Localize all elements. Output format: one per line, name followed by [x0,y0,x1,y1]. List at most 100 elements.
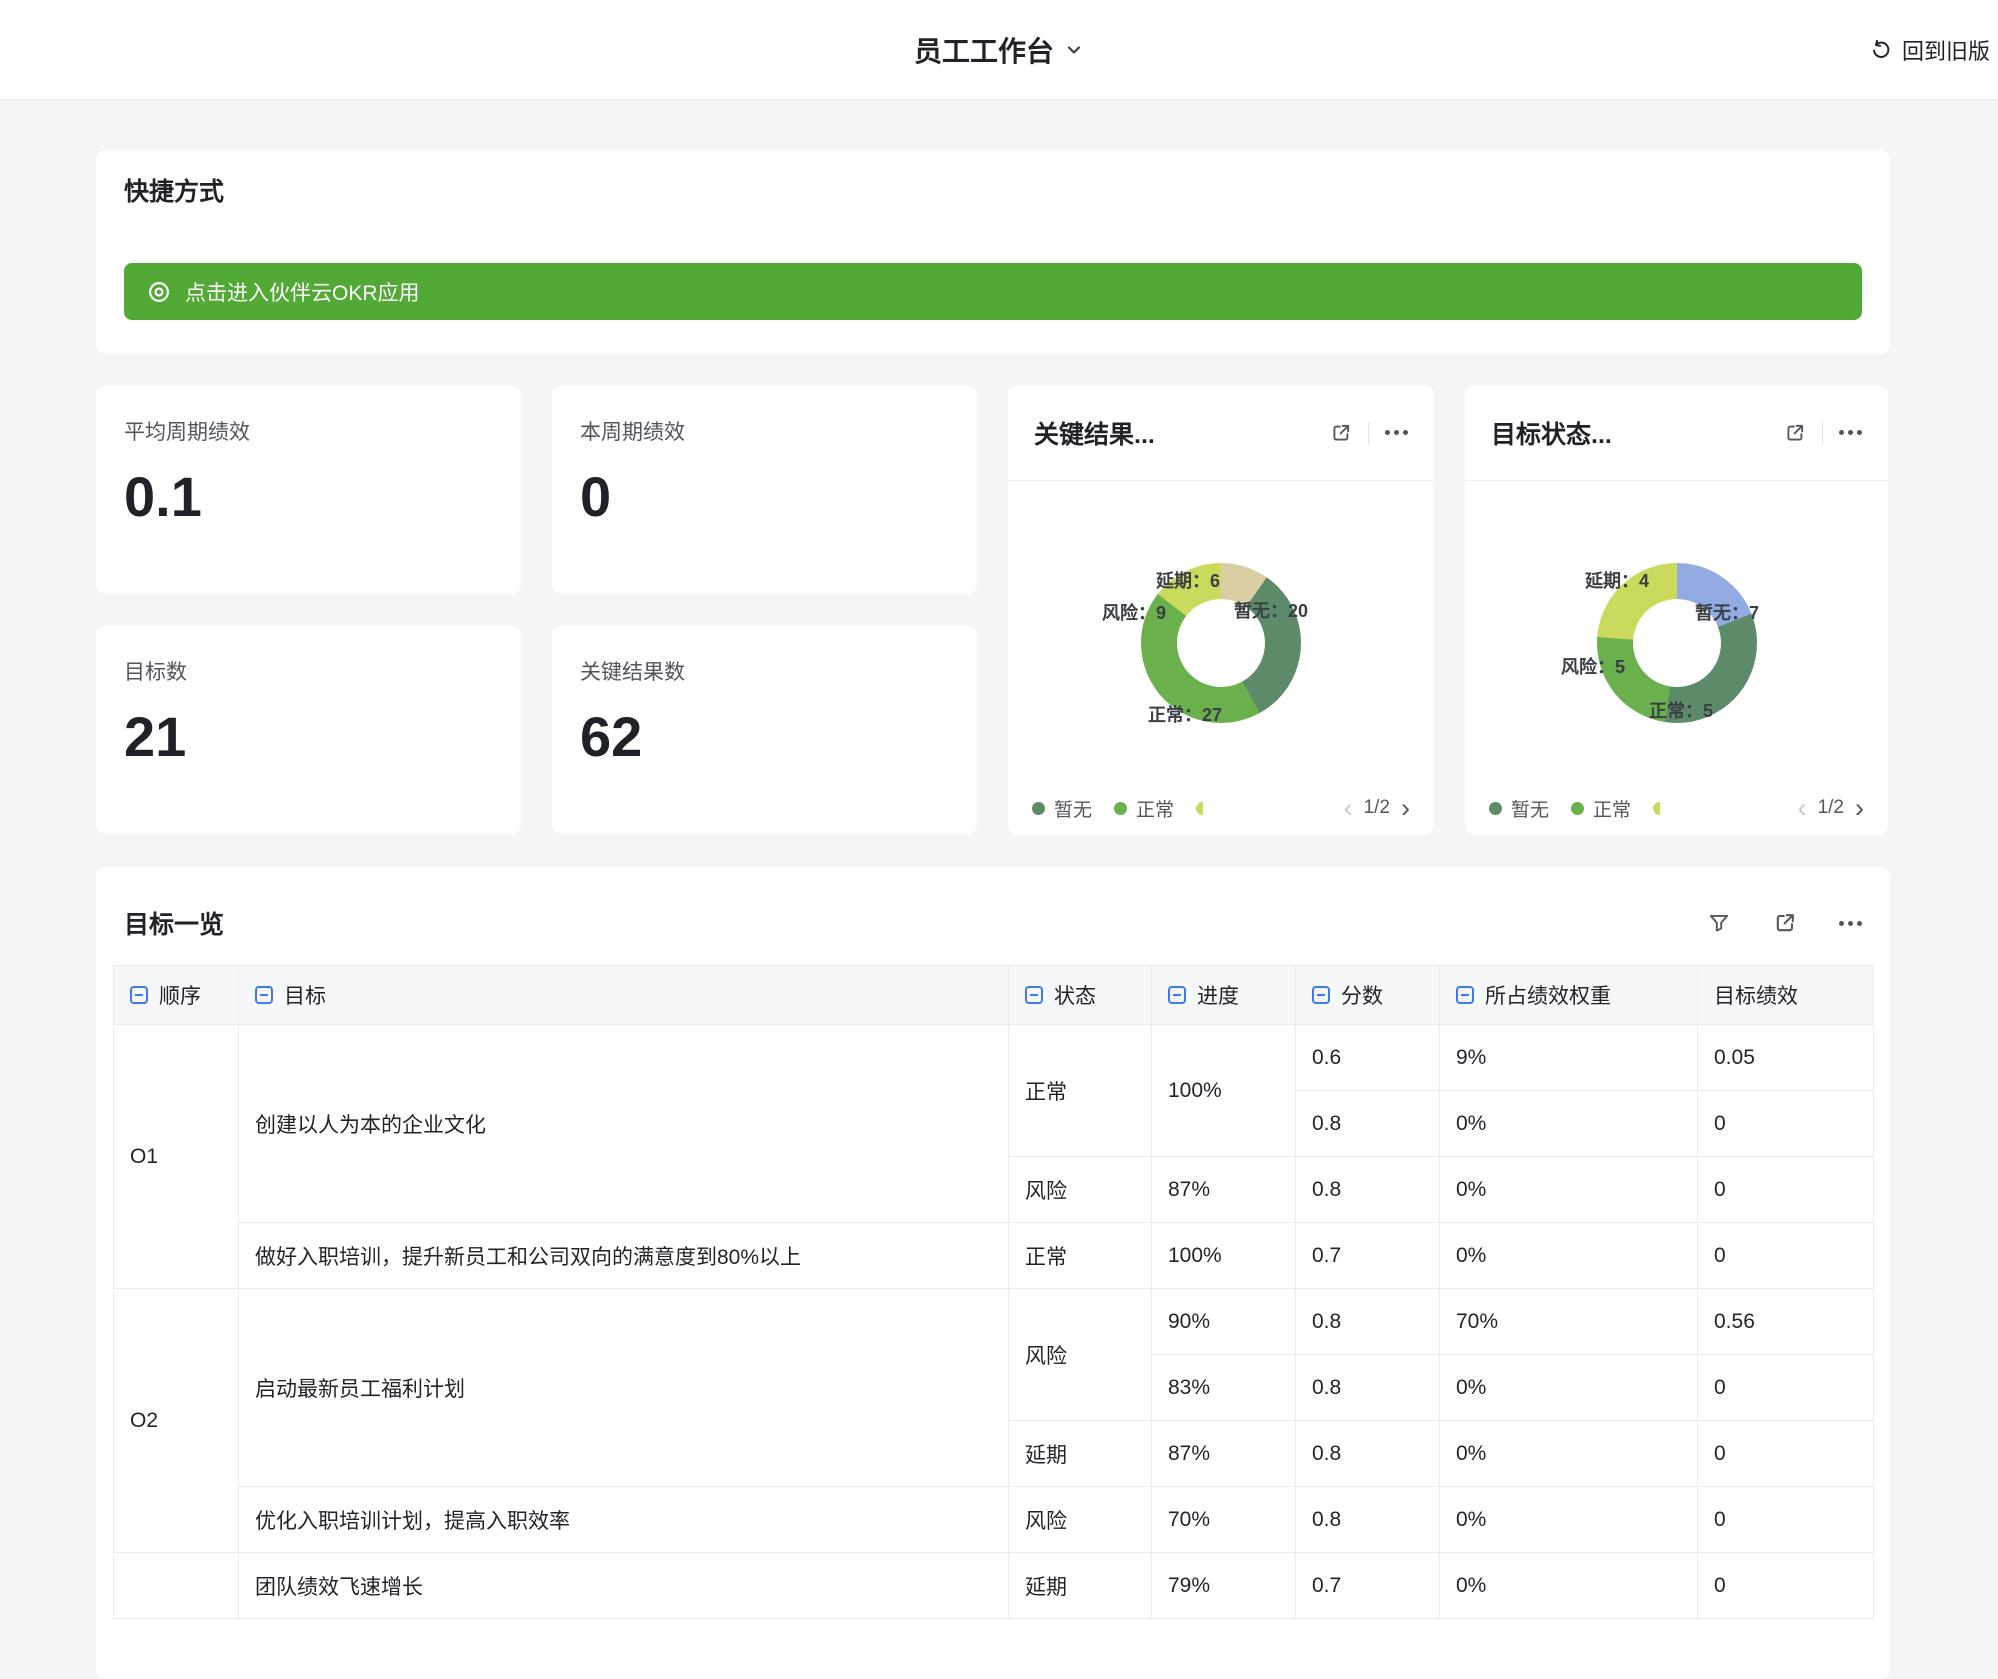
legend-pager: ‹ 1/2 › [1798,797,1864,819]
page-title: 员工工作台 [914,30,1054,70]
more-actions-icon[interactable] [1385,430,1408,435]
cell-weight: 9% [1440,1025,1698,1091]
cell-order: O2 [114,1289,239,1553]
cell-weight: 0% [1440,1553,1698,1619]
pager-position: 1/2 [1364,797,1390,819]
workspace-switcher[interactable]: 员工工作台 [914,30,1084,70]
collapse-column-icon[interactable] [130,986,148,1004]
callout-risk: 风险：5 [1561,653,1625,679]
cell-score: 0.8 [1296,1091,1440,1157]
objective-donut-chart: 延期：4 暂无：7 风险：5 正常：5 [1465,481,1888,781]
legend-label: 暂无 [1511,795,1549,822]
legend-item-none[interactable]: 暂无 [1489,795,1549,822]
pager-prev-icon[interactable]: ‹ [1798,798,1807,818]
legend-item-normal[interactable]: 正常 [1114,795,1174,822]
cell-perf: 0 [1698,1223,1874,1289]
cell-progress: 79% [1152,1553,1296,1619]
cell-perf: 0 [1698,1421,1874,1487]
cell-objective: 创建以人为本的企业文化 [239,1025,1009,1223]
cell-progress: 100% [1152,1223,1296,1289]
cell-objective: 做好入职培训，提升新员工和公司双向的满意度到80%以上 [239,1223,1009,1289]
callout-normal: 正常：5 [1649,697,1713,723]
table-row[interactable]: O1 创建以人为本的企业文化 正常 100% 0.6 9% 0.05 [114,1025,1874,1091]
cell-perf: 0.05 [1698,1025,1874,1091]
collapse-column-icon[interactable] [1312,986,1330,1004]
callout-none: 暂无：20 [1234,597,1308,623]
legend-partial-dot [1196,802,1203,815]
filter-icon[interactable] [1707,911,1731,935]
pager-prev-icon[interactable]: ‹ [1344,798,1353,818]
legend-label: 正常 [1593,795,1631,822]
shortcuts-title: 快捷方式 [124,176,1862,208]
cell-progress: 70% [1152,1487,1296,1553]
cell-objective: 优化入职培训计划，提高入职效率 [239,1487,1009,1553]
divider [1822,422,1823,444]
back-to-old-version-button[interactable]: 回到旧版 [1869,0,1990,99]
table-row[interactable]: O2 启动最新员工福利计划 风险 90% 0.8 70% 0.56 [114,1289,1874,1355]
cell-perf: 0 [1698,1157,1874,1223]
okr-app-button[interactable]: 点击进入伙伴云OKR应用 [124,263,1862,320]
chart-title: 目标状态... [1491,415,1784,451]
cell-status: 风险 [1009,1487,1152,1553]
objective-list-card: 目标一览 [96,867,1890,1679]
col-header-order: 顺序 [114,966,239,1025]
cell-score: 0.8 [1296,1487,1440,1553]
stat-value: 62 [580,706,949,768]
key-result-status-chart-card: 关键结果... 延期：6 暂无：20 风 [1008,385,1434,835]
more-actions-icon[interactable] [1839,430,1862,435]
table-row[interactable]: 团队绩效飞速增长 延期 79% 0.7 0% 0 [114,1553,1874,1619]
open-in-new-icon[interactable] [1784,422,1806,444]
chart-legend: 暂无 正常 ‹ 1/2 › [1008,781,1434,835]
collapse-column-icon[interactable] [255,986,273,1004]
pager-next-icon[interactable]: › [1855,798,1864,818]
chevron-down-icon [1064,40,1084,60]
cell-perf: 0.56 [1698,1289,1874,1355]
stat-card-objective-count: 目标数 21 [96,625,521,834]
open-in-new-icon[interactable] [1330,422,1352,444]
collapse-column-icon[interactable] [1025,986,1043,1004]
legend-dot [1489,802,1502,815]
callout-delayed: 延期：6 [1156,567,1220,593]
stat-value: 21 [124,706,493,768]
objective-list-actions [1707,911,1862,935]
cell-perf: 0 [1698,1553,1874,1619]
cell-objective: 团队绩效飞速增长 [239,1553,1009,1619]
pager-next-icon[interactable]: › [1401,798,1410,818]
chart-title: 关键结果... [1034,415,1330,451]
chart-header-actions [1784,422,1862,444]
callout-delayed: 延期：4 [1585,567,1649,593]
col-header-weight: 所占绩效权重 [1440,966,1698,1025]
stat-column-2: 本周期绩效 0 关键结果数 62 [552,385,977,835]
stat-column-1: 平均周期绩效 0.1 目标数 21 [96,385,521,835]
divider [1368,422,1369,444]
cell-status: 风险 [1009,1157,1152,1223]
open-in-new-icon[interactable] [1773,911,1797,935]
legend-dot [1571,802,1584,815]
cell-progress: 83% [1152,1355,1296,1421]
table-header-row: 顺序 目标 状态 进度 分数 所占绩效权重 目标绩效 [114,966,1874,1025]
chart-legend: 暂无 正常 ‹ 1/2 › [1465,781,1888,835]
cell-perf: 0 [1698,1091,1874,1157]
table-row[interactable]: 做好入职培训，提升新员工和公司双向的满意度到80%以上 正常 100% 0.7 … [114,1223,1874,1289]
overview-grid: 平均周期绩效 0.1 目标数 21 本周期绩效 0 关键结果数 62 关键结果.… [96,385,1890,835]
collapse-column-icon[interactable] [1456,986,1474,1004]
callout-none: 暂无：7 [1695,599,1759,625]
cell-status: 延期 [1009,1421,1152,1487]
table-row[interactable]: 优化入职培训计划，提高入职效率 风险 70% 0.8 0% 0 [114,1487,1874,1553]
stat-value: 0 [580,466,949,528]
top-bar: 员工工作台 回到旧版 [0,0,1998,100]
cell-order [114,1553,239,1619]
cell-status: 延期 [1009,1553,1152,1619]
cell-perf: 0 [1698,1487,1874,1553]
cell-score: 0.8 [1296,1421,1440,1487]
stat-value: 0.1 [124,466,493,528]
collapse-column-icon[interactable] [1168,986,1186,1004]
cell-objective: 启动最新员工福利计划 [239,1289,1009,1487]
legend-pager: ‹ 1/2 › [1344,797,1410,819]
legend-item-normal[interactable]: 正常 [1571,795,1631,822]
stat-card-avg-cycle-perf: 平均周期绩效 0.1 [96,385,521,594]
legend-label: 正常 [1136,795,1174,822]
cell-status: 正常 [1009,1223,1152,1289]
legend-item-none[interactable]: 暂无 [1032,795,1092,822]
more-actions-icon[interactable] [1839,921,1862,926]
